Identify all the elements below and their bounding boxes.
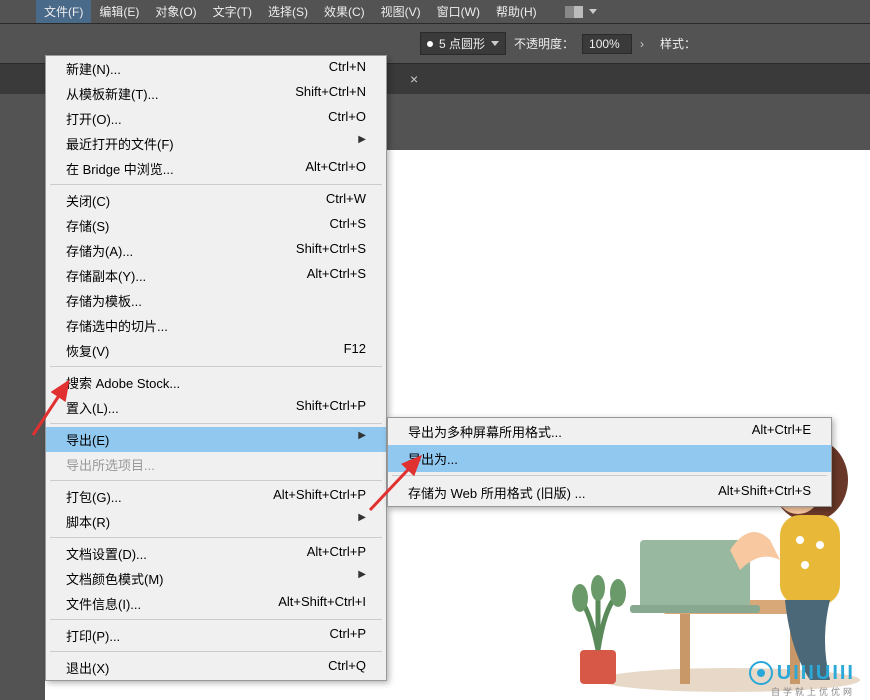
- menu-separator: [50, 651, 382, 652]
- submenu-item-export-as[interactable]: 导出为...: [388, 445, 831, 472]
- file-menu-dropdown: 新建(N)...Ctrl+N 从模板新建(T)...Shift+Ctrl+N 打…: [45, 55, 387, 681]
- submenu-arrow-icon: ▶: [358, 430, 366, 449]
- menu-item-recent[interactable]: 最近打开的文件(F)▶: [46, 131, 386, 156]
- watermark-subtitle: 自学就上优优网: [771, 685, 855, 698]
- menu-item-save-template[interactable]: 存储为模板...: [46, 288, 386, 313]
- submenu-arrow-icon: ▶: [358, 134, 366, 153]
- illustration: [450, 340, 870, 700]
- menu-item-save-copy[interactable]: 存储副本(Y)...Alt+Ctrl+S: [46, 263, 386, 288]
- menu-item-open[interactable]: 打开(O)...Ctrl+O: [46, 106, 386, 131]
- menu-object[interactable]: 对象(O): [147, 0, 204, 23]
- menu-item-export[interactable]: 导出(E)▶: [46, 427, 386, 452]
- menu-item-place[interactable]: 置入(L)...Shift+Ctrl+P: [46, 395, 386, 420]
- menubar: 文件(F) 编辑(E) 对象(O) 文字(T) 选择(S) 效果(C) 视图(V…: [0, 0, 870, 24]
- menu-item-file-info[interactable]: 文件信息(I)...Alt+Shift+Ctrl+I: [46, 591, 386, 616]
- menu-item-revert[interactable]: 恢复(V)F12: [46, 338, 386, 363]
- menu-item-save-as[interactable]: 存储为(A)...Shift+Ctrl+S: [46, 238, 386, 263]
- menu-select[interactable]: 选择(S): [260, 0, 316, 23]
- chevron-down-icon: [491, 41, 499, 46]
- bulb-icon: [749, 661, 773, 685]
- workspace-switcher[interactable]: [565, 6, 597, 18]
- menu-item-bridge[interactable]: 在 Bridge 中浏览...Alt+Ctrl+O: [46, 156, 386, 181]
- submenu-item-save-web[interactable]: 存储为 Web 所用格式 (旧版) ...Alt+Shift+Ctrl+S: [388, 479, 831, 506]
- menu-help[interactable]: 帮助(H): [488, 0, 545, 23]
- menu-item-doc-setup[interactable]: 文档设置(D)...Alt+Ctrl+P: [46, 541, 386, 566]
- menu-effect[interactable]: 效果(C): [316, 0, 373, 23]
- menu-window[interactable]: 窗口(W): [429, 0, 488, 23]
- menu-view[interactable]: 视图(V): [373, 0, 429, 23]
- menu-item-print[interactable]: 打印(P)...Ctrl+P: [46, 623, 386, 648]
- menu-separator: [50, 366, 382, 367]
- submenu-item-export-screens[interactable]: 导出为多种屏幕所用格式...Alt+Ctrl+E: [388, 418, 831, 445]
- workspace-icon: [565, 6, 583, 18]
- menu-separator: [50, 480, 382, 481]
- chevron-down-icon: [589, 9, 597, 14]
- menu-item-export-selection: 导出所选项目...: [46, 452, 386, 477]
- submenu-arrow-icon: ▶: [358, 569, 366, 588]
- watermark-text: UIIIUIII: [777, 662, 855, 685]
- menu-item-color-mode[interactable]: 文档颜色模式(M)▶: [46, 566, 386, 591]
- menu-edit[interactable]: 编辑(E): [91, 0, 147, 23]
- opacity-label: 不透明度：: [514, 35, 574, 52]
- menu-separator: [50, 423, 382, 424]
- menu-item-adobe-stock[interactable]: 搜索 Adobe Stock...: [46, 370, 386, 395]
- menu-item-close[interactable]: 关闭(C)Ctrl+W: [46, 188, 386, 213]
- style-label: 样式：: [660, 35, 696, 52]
- opacity-arrow-icon[interactable]: ›: [640, 37, 644, 51]
- brush-dot-icon: [427, 41, 433, 47]
- menu-item-save-slices[interactable]: 存储选中的切片...: [46, 313, 386, 338]
- menu-item-package[interactable]: 打包(G)...Alt+Shift+Ctrl+P: [46, 484, 386, 509]
- menu-text[interactable]: 文字(T): [205, 0, 260, 23]
- menu-item-new-template[interactable]: 从模板新建(T)...Shift+Ctrl+N: [46, 81, 386, 106]
- opacity-input[interactable]: 100%: [582, 34, 632, 54]
- export-submenu: 导出为多种屏幕所用格式...Alt+Ctrl+E 导出为... 存储为 Web …: [387, 417, 832, 507]
- menu-separator: [50, 537, 382, 538]
- menu-item-new[interactable]: 新建(N)...Ctrl+N: [46, 56, 386, 81]
- watermark: UIIIUIII: [749, 661, 855, 685]
- tab-close-button[interactable]: ×: [400, 71, 428, 87]
- brush-label: 5 点圆形: [439, 35, 485, 52]
- brush-selector[interactable]: 5 点圆形: [420, 32, 506, 55]
- menu-item-save[interactable]: 存储(S)Ctrl+S: [46, 213, 386, 238]
- menu-file[interactable]: 文件(F): [36, 0, 91, 23]
- submenu-arrow-icon: ▶: [358, 512, 366, 531]
- menu-separator: [50, 619, 382, 620]
- menu-item-scripts[interactable]: 脚本(R)▶: [46, 509, 386, 534]
- menu-separator: [392, 475, 827, 476]
- menu-separator: [50, 184, 382, 185]
- menu-item-exit[interactable]: 退出(X)Ctrl+Q: [46, 655, 386, 680]
